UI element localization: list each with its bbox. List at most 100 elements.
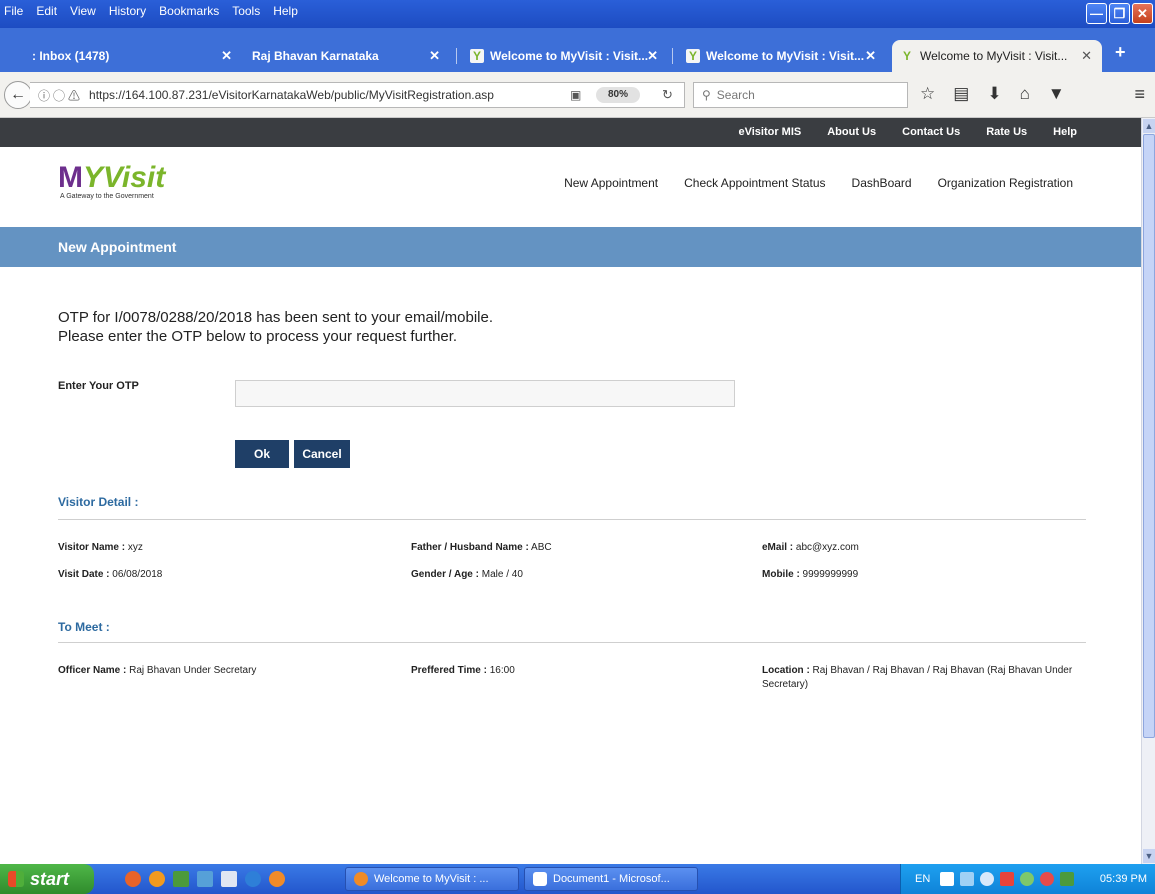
back-circle-icon[interactable] (980, 872, 995, 886)
browser-search-input[interactable]: ⚲ Search (693, 82, 908, 108)
close-tab-icon[interactable]: ✕ (865, 48, 876, 64)
taskbar-item-firefox[interactable]: Welcome to MyVisit : ... (345, 867, 519, 891)
browser-navbar: ← ⓘ◯⚠ https://164.100.87.231/eVisitorKar… (0, 72, 1155, 118)
restore-icon[interactable]: ❐ (1109, 3, 1130, 24)
sync-icon[interactable] (1020, 872, 1035, 886)
quick-launch-icon[interactable] (173, 871, 189, 887)
site-top-links: eVisitor MIS About Us Contact Us Rate Us… (738, 126, 1077, 138)
taskbar-item-word[interactable]: Document1 - Microsof... (524, 867, 698, 891)
email-label: eMail : (762, 542, 794, 553)
quick-launch-icon[interactable] (245, 871, 261, 887)
logo-wordmark: MYVisit (58, 161, 166, 194)
network-icon[interactable] (960, 872, 975, 886)
quick-launch-icon[interactable] (221, 871, 237, 887)
bookmarks-list-icon[interactable]: ▤ (953, 84, 969, 104)
menu-bookmarks[interactable]: Bookmarks (159, 4, 219, 18)
nav-check-status[interactable]: Check Appointment Status (684, 176, 825, 190)
visitor-divider (58, 519, 1086, 520)
quick-launch-icon[interactable] (125, 871, 141, 887)
site-info-icon[interactable]: ⓘ◯⚠ (38, 87, 83, 104)
scroll-up-icon[interactable]: ▲ (1143, 119, 1155, 133)
gender-age-label: Gender / Age : (411, 569, 479, 580)
quick-launch-icon[interactable] (149, 871, 165, 887)
pocket-icon[interactable]: ▼ (1048, 84, 1065, 104)
bookmark-star-icon[interactable]: ☆ (920, 84, 935, 104)
menu-tools[interactable]: Tools (232, 4, 260, 18)
close-tab-icon[interactable]: ✕ (221, 48, 232, 64)
word-document-icon (533, 872, 547, 886)
link-about-us[interactable]: About Us (827, 126, 876, 138)
otp-label: Enter Your OTP (58, 380, 139, 392)
language-indicator[interactable]: EN (915, 873, 930, 885)
url-bar[interactable]: ⓘ◯⚠ https://164.100.87.231/eVisitorKarna… (30, 82, 685, 108)
scroll-thumb[interactable] (1143, 134, 1155, 738)
start-button[interactable]: start (0, 864, 94, 894)
menu-edit[interactable]: Edit (36, 4, 57, 18)
preferred-time-field: Preffered Time : 16:00 (411, 664, 515, 678)
app-tray-icon[interactable] (1060, 872, 1075, 886)
reader-view-icon[interactable]: ▣ (570, 88, 581, 102)
menu-icon[interactable]: ≡ (1134, 84, 1145, 105)
father-name-label: Father / Husband Name : (411, 542, 529, 553)
home-icon[interactable]: ⌂ (1020, 84, 1030, 104)
to-meet-heading: To Meet : (58, 620, 110, 634)
clock[interactable]: 05:39 PM (1100, 873, 1147, 885)
vertical-scrollbar[interactable]: ▲ ▼ (1141, 118, 1155, 864)
new-tab-icon[interactable]: + (1115, 42, 1126, 63)
scroll-down-icon[interactable]: ▼ (1143, 849, 1155, 863)
section-title: New Appointment (58, 239, 177, 255)
visitor-name-field: Visitor Name : xyz (58, 541, 143, 555)
menu-help[interactable]: Help (273, 4, 298, 18)
nav-new-appointment[interactable]: New Appointment (564, 176, 658, 190)
visitor-name-label: Visitor Name : (58, 542, 126, 553)
close-tab-icon[interactable]: ✕ (647, 48, 658, 64)
start-label: start (30, 868, 70, 889)
menu-history[interactable]: History (109, 4, 146, 18)
zoom-level[interactable]: 80% (596, 87, 640, 103)
antivirus-icon[interactable] (1040, 872, 1055, 886)
minimize-icon[interactable]: — (1086, 3, 1107, 24)
email-field: eMail : abc@xyz.com (762, 541, 859, 555)
link-rate-us[interactable]: Rate Us (986, 126, 1027, 138)
tab-myvisit-active[interactable]: Y Welcome to MyVisit : Visit... ✕ (892, 40, 1102, 72)
tab-separator (456, 48, 457, 64)
mobile-field: Mobile : 9999999999 (762, 568, 858, 582)
ok-button[interactable]: Ok (235, 440, 289, 468)
tab-strip: : Inbox (1478) ✕ Raj Bhavan Karnataka ✕ … (0, 28, 1155, 72)
tab-inbox[interactable]: : Inbox (1478) ✕ (24, 40, 242, 72)
help-icon[interactable] (940, 872, 955, 886)
back-arrow-icon[interactable]: ← (4, 81, 32, 109)
quick-launch-icon[interactable] (197, 871, 213, 887)
tab-myvisit-2[interactable]: Y Welcome to MyVisit : Visit... ✕ (678, 40, 886, 72)
browser-menubar: File Edit View History Bookmarks Tools H… (0, 0, 1155, 28)
tab-separator (672, 48, 673, 64)
web-page: eVisitor MIS About Us Contact Us Rate Us… (0, 118, 1141, 864)
close-tab-icon[interactable]: ✕ (1081, 48, 1092, 64)
reload-icon[interactable]: ↻ (662, 87, 673, 103)
visit-date-label: Visit Date : (58, 569, 110, 580)
section-header: New Appointment (0, 227, 1141, 267)
otp-message-line2: Please enter the OTP below to process yo… (58, 328, 458, 345)
officer-name-label: Officer Name : (58, 665, 127, 676)
download-icon[interactable]: ⬇ (987, 84, 1001, 104)
menu-file[interactable]: File (4, 4, 23, 18)
tab-raj-bhavan[interactable]: Raj Bhavan Karnataka ✕ (244, 40, 450, 72)
tab-myvisit-1[interactable]: Y Welcome to MyVisit : Visit... ✕ (462, 40, 668, 72)
menu-view[interactable]: View (70, 4, 96, 18)
quick-launch (125, 871, 285, 887)
nav-organization-registration[interactable]: Organization Registration (938, 176, 1073, 190)
toolbar-icons: ☆ ▤ ⬇ ⌂ ▼ (920, 84, 1065, 104)
windows-logo-icon (8, 871, 24, 887)
otp-input[interactable] (235, 380, 735, 407)
firefox-icon[interactable] (269, 871, 285, 887)
link-help[interactable]: Help (1053, 126, 1077, 138)
close-window-icon[interactable]: ✕ (1132, 3, 1153, 24)
close-tab-icon[interactable]: ✕ (429, 48, 440, 64)
url-text: https://164.100.87.231/eVisitorKarnataka… (89, 88, 494, 102)
nav-dashboard[interactable]: DashBoard (852, 176, 912, 190)
link-evisitor-mis[interactable]: eVisitor MIS (738, 126, 801, 138)
myvisit-logo[interactable]: MYVisit A Gateway to the Government (58, 161, 165, 200)
security-icon[interactable] (1000, 872, 1015, 886)
cancel-button[interactable]: Cancel (294, 440, 350, 468)
link-contact-us[interactable]: Contact Us (902, 126, 960, 138)
